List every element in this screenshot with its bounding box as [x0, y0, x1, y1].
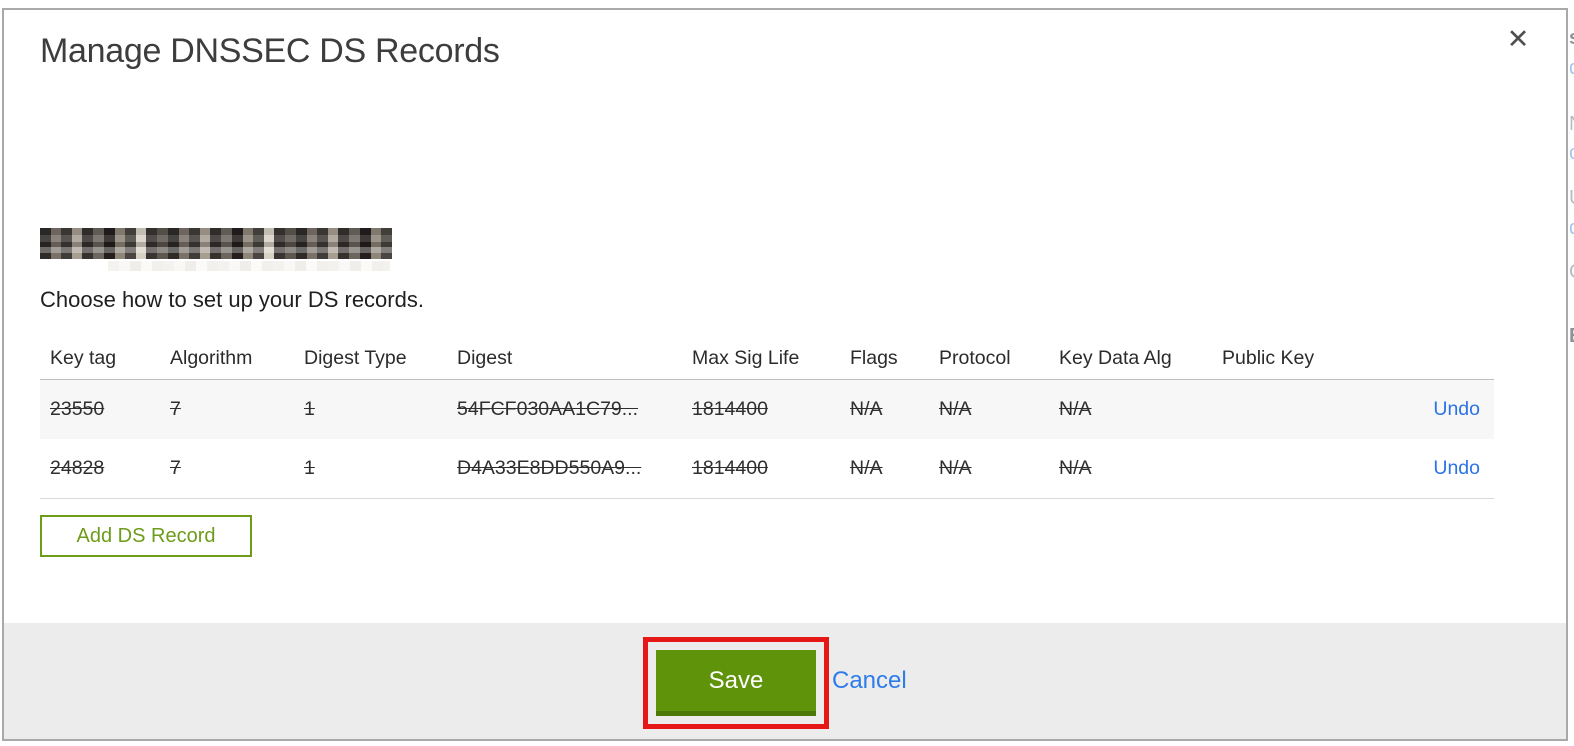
background-page-strip: s d N o U d C E: [1569, 0, 1574, 746]
column-header-max-sig-life: Max Sig Life: [692, 347, 800, 369]
cancel-link[interactable]: Cancel: [832, 667, 907, 695]
column-header-protocol: Protocol: [939, 347, 1011, 369]
algorithm-value: 7: [170, 457, 181, 479]
clipped-background-text: E: [1569, 326, 1574, 346]
column-header-flags: Flags: [850, 347, 898, 369]
key-tag-value: 24828: [50, 457, 105, 479]
undo-link[interactable]: Undo: [1433, 398, 1480, 420]
table-row: 23550 7 1 54FCF030AA1C79... 1814400 N/A …: [40, 379, 1494, 439]
flags-value: N/A: [850, 398, 883, 420]
key-data-alg-value: N/A: [1059, 398, 1092, 420]
key-data-alg-value: N/A: [1059, 457, 1092, 479]
column-header-digest: Digest: [457, 347, 513, 369]
max-sig-life-value: 1814400: [692, 398, 768, 420]
digest-value: D4A33E8DD550A9...: [457, 457, 642, 479]
clipped-background-text: s: [1569, 28, 1574, 48]
ds-records-table: Key tag Algorithm Digest Type Digest Max…: [40, 338, 1494, 499]
row-action-cell: Undo: [1352, 398, 1494, 421]
dialog-footer: Save Cancel: [4, 623, 1566, 739]
redacted-domain-name-blur: [108, 261, 390, 271]
dialog-title: Manage DNSSEC DS Records: [40, 32, 500, 70]
clipped-background-text: N: [1569, 114, 1574, 134]
redacted-domain-name: [40, 228, 392, 259]
save-button[interactable]: Save: [656, 650, 816, 716]
close-icon[interactable]: ✕: [1498, 20, 1538, 60]
algorithm-value: 7: [170, 398, 181, 420]
key-tag-value: 23550: [50, 398, 105, 420]
column-header-key-data-alg: Key Data Alg: [1059, 347, 1172, 369]
table-header-row: Key tag Algorithm Digest Type Digest Max…: [40, 338, 1494, 379]
undo-link[interactable]: Undo: [1433, 457, 1480, 479]
column-header-algorithm: Algorithm: [170, 347, 253, 369]
max-sig-life-value: 1814400: [692, 457, 768, 479]
column-header-public-key: Public Key: [1222, 347, 1315, 369]
setup-instruction-text: Choose how to set up your DS records.: [40, 287, 424, 312]
clipped-background-text: o: [1569, 143, 1574, 163]
protocol-value: N/A: [939, 457, 972, 479]
row-action-cell: Undo: [1352, 457, 1494, 480]
clipped-background-text: d: [1569, 58, 1574, 78]
clipped-background-text: d: [1569, 218, 1574, 238]
clipped-background-text: C: [1569, 262, 1574, 282]
add-ds-record-button[interactable]: Add DS Record: [40, 515, 252, 557]
table-row: 24828 7 1 D4A33E8DD550A9... 1814400 N/A …: [40, 439, 1494, 499]
digest-value: 54FCF030AA1C79...: [457, 398, 639, 420]
protocol-value: N/A: [939, 398, 972, 420]
column-header-digest-type: Digest Type: [304, 347, 407, 369]
flags-value: N/A: [850, 457, 883, 479]
digest-type-value: 1: [304, 457, 315, 479]
red-annotation-highlight: Save: [643, 637, 829, 729]
manage-dnssec-ds-records-dialog: Manage DNSSEC DS Records ✕ Choose how to…: [2, 8, 1568, 741]
clipped-background-text: U: [1569, 188, 1574, 208]
column-header-key-tag: Key tag: [50, 347, 117, 369]
digest-type-value: 1: [304, 398, 315, 420]
